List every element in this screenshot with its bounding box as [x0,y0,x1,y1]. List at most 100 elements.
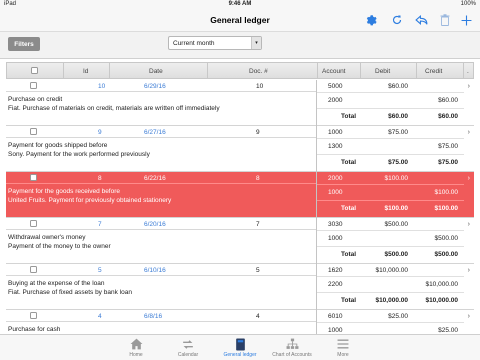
column-account[interactable]: Account [322,68,346,75]
entry-date: 6/10/16 [144,267,166,274]
entry-description: Sony. Payment for the work performed pre… [8,151,150,158]
column-debit[interactable]: Debit [375,68,390,75]
trash-icon[interactable] [437,12,453,28]
chevron-right-icon[interactable]: › [468,313,470,320]
line-account: 1000 [328,327,343,334]
row-column-divider [316,264,317,310]
tab-bar: Home Calendar General ledger Chart of Ac… [0,334,480,360]
row-column-divider [316,172,317,218]
column-doc[interactable]: Doc. # [249,68,268,75]
ledger-entry-row[interactable]: 5 6/10/16 5 Buying at the expense of the lo… [6,264,474,310]
entry-id: 9 [98,129,102,136]
tab-general-ledger[interactable]: General ledger [210,337,270,358]
row-checkbox[interactable] [30,174,37,181]
select-all-checkbox[interactable] [31,67,38,74]
line-account: 1000 [328,129,343,136]
column-more: . [467,68,469,75]
row-checkbox[interactable] [30,312,37,319]
home-icon [106,337,166,351]
entry-description: Payment of the money to the owner [8,243,111,250]
entry-id: 7 [98,221,102,228]
entry-date: 6/8/16 [144,313,163,320]
line-debit: $100.00 [384,175,409,182]
chevron-right-icon[interactable]: › [468,267,470,274]
line-account: 1300 [328,143,343,150]
entry-date: 6/29/16 [144,83,166,90]
total-label: Total [341,251,357,258]
column-divider [109,63,110,78]
ledger-entry-row[interactable]: 9 6/27/16 9 Payment for goods shipped befor… [6,126,474,172]
ledger-entry-row[interactable]: 7 6/20/16 7 Withdrawal owner's money Payment… [6,218,474,264]
tab-home[interactable]: Home [106,337,166,358]
settings-gear-icon[interactable] [363,12,379,28]
column-credit[interactable]: Credit [425,68,442,75]
chevron-right-icon[interactable]: › [468,175,470,182]
ledger-entry-row[interactable]: 8 6/22/16 8 Payment for the goods received … [6,172,474,218]
ledger-entry-row[interactable]: 10 6/29/16 10 Purchase on credit Fiat. Purch… [6,80,474,126]
line-account: 5000 [328,83,343,90]
total-label: Total [341,159,357,166]
column-divider [207,63,208,78]
column-date[interactable]: Date [149,68,163,75]
line-debit: $60.00 [388,83,408,90]
line-account: 6010 [328,313,343,320]
entry-title: Buying at the expense of the loan [8,280,105,287]
total-credit: $100.00 [434,205,459,212]
entry-title: Withdrawal owner's money [8,234,86,241]
entry-title: Payment for the goods received before [8,188,121,195]
line-debit: $10,000.00 [375,267,408,274]
chevron-right-icon[interactable]: › [468,83,470,90]
line-divider [317,138,464,139]
tab-more-label: More [337,352,349,358]
entry-description: Fiat. Purchase of materials on credit, m… [8,105,220,112]
page-title: General ledger [210,15,270,25]
table-header: Id Date Doc. # Account Debit Credit . [6,62,474,79]
line-debit: $500.00 [384,221,409,228]
row-checkbox[interactable] [30,266,37,273]
entry-title: Purchase for cash [8,326,61,333]
chevron-right-icon[interactable]: › [468,129,470,136]
book-icon [210,337,270,351]
tab-calendar[interactable]: Calendar [158,337,218,358]
total-label: Total [341,113,357,120]
line-account: 1620 [328,267,343,274]
chevron-right-icon[interactable]: › [468,221,470,228]
add-icon[interactable] [458,12,474,28]
battery-label: 100% [460,1,476,7]
refresh-icon[interactable] [389,12,405,28]
line-account: 3030 [328,221,343,228]
row-column-divider [316,218,317,264]
reply-icon[interactable] [413,12,429,28]
filter-toolbar: Filters Current month ▾ [0,31,480,59]
filters-button[interactable]: Filters [8,37,40,51]
row-checkbox[interactable] [30,82,37,89]
entry-title: Purchase on credit [8,96,63,103]
entry-id: 4 [98,313,102,320]
entry-title: Payment for goods shipped before [8,142,108,149]
line-credit: $500.00 [434,235,459,242]
entry-id: 8 [98,175,102,182]
status-time: 9:46 AM [228,1,252,7]
entry-doc-number: 10 [256,83,264,90]
entry-description: United Fruits. Payment for previously ob… [8,197,172,204]
total-label: Total [341,297,357,304]
row-checkbox[interactable] [30,128,37,135]
line-divider [317,276,464,277]
column-divider [317,63,318,78]
total-debit: $60.00 [388,113,408,120]
line-credit: $75.00 [438,143,458,150]
line-credit: $100.00 [434,189,459,196]
entry-doc-number: 8 [256,175,260,182]
total-credit: $10,000.00 [425,297,458,304]
total-debit: $75.00 [388,159,408,166]
total-credit: $75.00 [438,159,458,166]
row-column-divider [316,80,317,126]
tab-more[interactable]: More [313,337,373,358]
entry-id: 10 [98,83,106,90]
line-divider [317,200,464,201]
column-id[interactable]: Id [83,68,88,75]
chevron-down-icon: ▾ [251,37,261,49]
tab-calendar-label: Calendar [177,352,199,358]
period-select[interactable]: Current month ▾ [168,36,262,50]
row-checkbox[interactable] [30,220,37,227]
